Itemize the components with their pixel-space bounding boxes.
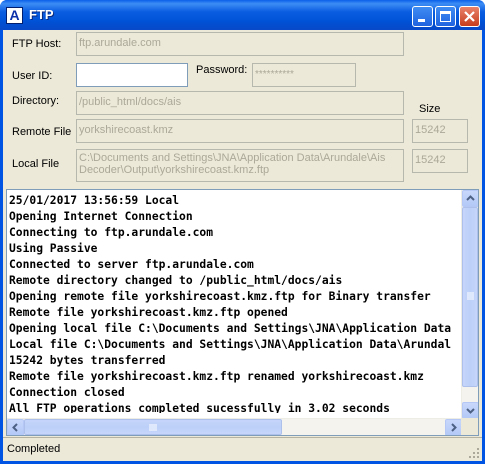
remote-file-value: yorkshirecoast.kmz (79, 124, 174, 136)
directory-label: Directory: (12, 95, 60, 107)
status-text: Completed (7, 443, 61, 455)
close-button[interactable] (459, 6, 480, 27)
user-id-label: User ID: (12, 70, 53, 82)
grip-icon (149, 424, 157, 431)
ftp-host-field[interactable]: ftp.arundale.com (76, 32, 404, 56)
remote-file-field[interactable]: yorkshirecoast.kmz (76, 119, 404, 143)
size-label: Size (419, 103, 441, 115)
log-line: Connection closed (9, 386, 125, 399)
password-field[interactable]: ********** (252, 63, 356, 87)
vertical-scrollbar[interactable] (461, 190, 478, 419)
grip-icon (467, 292, 474, 300)
log-line: Using Passive (9, 242, 98, 255)
log-line: Remote file yorkshirecoast.kmz.ftp opene… (9, 306, 288, 319)
local-size-value: 15242 (415, 154, 446, 166)
log-line: All FTP operations completed sucessfully… (9, 402, 390, 413)
directory-value: /public_html/docs/ais (79, 96, 182, 108)
maximize-button[interactable] (435, 6, 456, 27)
log-line: 25/01/2017 13:56:59 Local (9, 194, 180, 207)
remote-size-value: 15242 (415, 124, 446, 136)
log-line: Remote directory changed to /public_html… (9, 274, 343, 287)
log-line: Opening Internet Connection (9, 210, 193, 223)
size-grip-icon[interactable] (468, 447, 480, 459)
vertical-scroll-thumb[interactable] (462, 207, 478, 387)
log-line: Local file C:\Documents and Settings\JNA… (9, 338, 452, 351)
status-bar: Completed (3, 437, 482, 461)
log-line: Remote file yorkshirecoast.kmz.ftp renam… (9, 370, 424, 383)
password-value: ********** (255, 69, 294, 80)
local-file-value: C:\Documents and Settings\JNA\Applicatio… (79, 152, 386, 176)
local-file-label: Local File (12, 158, 60, 170)
minimize-button[interactable] (412, 6, 433, 27)
log-line: Opening remote file yorkshirecoast.kmz.f… (9, 290, 431, 303)
log-output[interactable]: 25/01/2017 13:56:59 Local Opening Intern… (6, 189, 479, 436)
minimize-icon (418, 19, 425, 22)
local-size-field[interactable]: 15242 (412, 149, 468, 173)
scroll-up-button[interactable] (462, 190, 478, 207)
scroll-right-button[interactable] (445, 419, 462, 435)
log-line: Opening local file C:\Documents and Sett… (9, 322, 452, 335)
app-icon-letter: A (9, 7, 20, 23)
window-title: FTP (29, 7, 54, 22)
directory-field[interactable]: /public_html/docs/ais (76, 91, 404, 115)
ftp-window: A FTP FTP Host: ftp.arundale.com User ID… (0, 0, 485, 464)
log-line: Connected to server ftp.arundale.com (9, 258, 254, 271)
horizontal-scrollbar[interactable] (7, 418, 462, 435)
password-label: Password: (196, 64, 248, 76)
ftp-host-value: ftp.arundale.com (79, 37, 161, 49)
log-line: 15242 bytes transferred (9, 354, 166, 367)
user-id-field[interactable] (76, 63, 188, 87)
arrow-left-icon (12, 423, 18, 432)
arrow-down-icon (466, 408, 475, 414)
scrollbar-corner (461, 418, 478, 435)
client-area: FTP Host: ftp.arundale.com User ID: Pass… (3, 30, 482, 461)
arrow-up-icon (466, 195, 475, 201)
log-lines: 25/01/2017 13:56:59 Local Opening Intern… (9, 193, 464, 413)
horizontal-scroll-thumb[interactable] (24, 419, 282, 435)
log-line: Connecting to ftp.arundale.com (9, 226, 214, 239)
remote-file-label: Remote File (12, 126, 72, 138)
arrow-right-icon (451, 423, 457, 432)
scroll-down-button[interactable] (462, 402, 478, 419)
close-icon (464, 11, 475, 22)
remote-size-field[interactable]: 15242 (412, 119, 468, 143)
scroll-left-button[interactable] (7, 419, 24, 435)
app-icon[interactable]: A (6, 7, 23, 24)
local-file-field[interactable]: C:\Documents and Settings\JNA\Applicatio… (76, 149, 404, 182)
ftp-host-label: FTP Host: (12, 38, 62, 50)
title-bar[interactable]: A FTP (0, 0, 485, 30)
maximize-icon (440, 11, 451, 22)
